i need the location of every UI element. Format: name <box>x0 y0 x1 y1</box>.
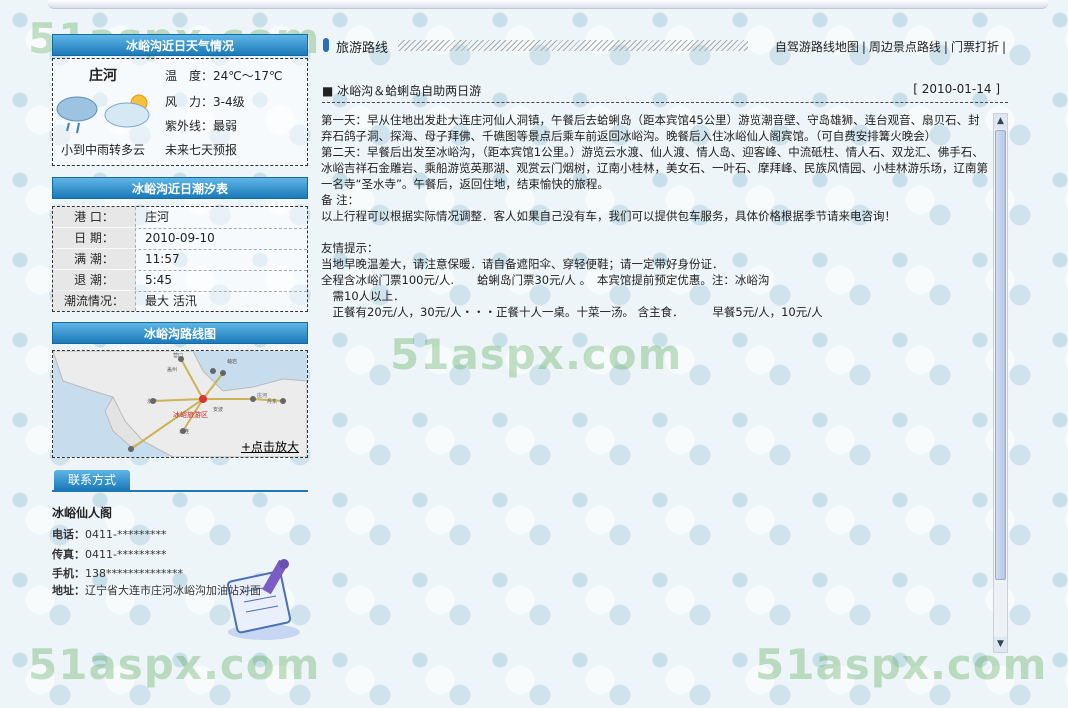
paragraph: 第二天：早餐后出发至冰峪沟，（距本宾馆1公里。）游览云水渡、仙人渡、情人岛、迎客… <box>321 145 988 191</box>
weather-condition: 小到中雨转多云 <box>61 143 146 157</box>
nav-link-nearby-routes[interactable]: 周边景点路线 <box>869 40 941 54</box>
address-value: 辽宁省大连市庄河冰峪沟加油站对面 <box>85 584 261 597</box>
article-header: ■ 冰峪沟＆蛤蜊岛自助两日游 [ 2010-01-14 ] <box>322 80 1008 103</box>
svg-text:盖州: 盖州 <box>167 366 177 373</box>
enlarge-map-link[interactable]: +点击放大 <box>241 438 299 455</box>
tide-port-value: 庄河 <box>145 210 170 224</box>
paragraph: 备 注： <box>321 193 360 207</box>
contact-phone: 电话：0411-********* <box>52 526 166 542</box>
route-map[interactable]: 营口岫岩 盖州永宁 庄河丹东 大连安波 冰峪旅游区 +点击放大 <box>52 350 308 458</box>
fax-label: 传真： <box>52 548 85 561</box>
tide-low-value: 5:45 <box>145 273 172 287</box>
section-marker-icon <box>323 38 329 52</box>
wind-label: 风 力： <box>165 95 214 109</box>
table-row: 潮流情况： 最大 活汛 <box>53 291 307 312</box>
tide-table: 港 口： 庄河 日 期： 2010-09-10 满 潮： 11:57 退 潮： … <box>52 206 308 312</box>
uv-row: 紫外线：最弱 <box>165 117 237 134</box>
wind-row: 风 力：3-4级 <box>165 93 245 110</box>
temperature-value: 24℃～17℃ <box>213 69 283 83</box>
svg-text:丹东: 丹东 <box>267 398 277 405</box>
weather-title: 冰峪沟近日天气情况 <box>52 34 308 56</box>
paragraph: 当地早晚温差大，请注意保暖．请自备遮阳伞、穿轻便鞋；请一定带好身份证． <box>321 257 724 271</box>
route-map-center-label: 冰峪旅游区 <box>173 410 208 419</box>
rain-cloud-sun-icon <box>56 94 150 134</box>
section-hatch-divider <box>398 40 748 51</box>
weather-panel: 庄河 小到中雨转多云 温 度：24℃～17℃ 风 力：3-4级 紫外线：最弱 未… <box>52 58 308 166</box>
mobile-label: 手机： <box>52 567 85 580</box>
paragraph: 第一天：早从住地出发赴大连庄河仙人洞镇，午餐后去蛤蜊岛（距本宾馆45公里）游览潮… <box>321 113 980 143</box>
divider <box>52 490 308 492</box>
tab-contact[interactable]: 联系方式 <box>54 470 130 490</box>
scroll-down-icon[interactable]: ▼ <box>994 637 1007 652</box>
article-date: [ 2010-01-14 ] <box>913 82 1000 96</box>
paragraph <box>321 224 991 240</box>
tide-flow-label: 潮流情况： <box>53 291 136 311</box>
section-title: 旅游路线 <box>336 41 389 56</box>
scroll-up-icon[interactable]: ▲ <box>994 114 1007 129</box>
tide-title: 冰峪沟近日潮汐表 <box>52 177 308 199</box>
tide-date-value: 2010-09-10 <box>145 231 215 245</box>
tide-date-label: 日 期： <box>53 228 136 248</box>
nav-link-driving-map[interactable]: 自驾游路线地图 <box>775 40 859 54</box>
tide-low-label: 退 潮： <box>53 270 136 290</box>
paragraph: 全程含冰峪门票100元/人. 蛤蜊岛门票30元/人 。 本宾馆提前预定优惠。注：… <box>321 273 770 287</box>
contact-name: 冰峪仙人阁 <box>52 506 113 520</box>
temperature-row: 温 度：24℃～17℃ <box>165 67 283 84</box>
paragraph: 正餐有20元/人，30元/人・・・正餐十人一桌。十菜一汤。 含主食． 早餐5元/… <box>321 305 823 319</box>
temperature-label: 温 度： <box>165 69 214 83</box>
wind-value: 3-4级 <box>213 95 245 109</box>
paragraph: 需10人以上． <box>321 289 405 303</box>
tide-port-label: 港 口： <box>53 207 136 227</box>
svg-text:岫岩: 岫岩 <box>227 358 237 365</box>
nav-link-ticket-discount[interactable]: 门票打折 <box>951 40 999 54</box>
weather-city: 庄河 <box>89 68 117 84</box>
route-map-title: 冰峪沟路线图 <box>52 322 308 344</box>
svg-text:庄河: 庄河 <box>257 392 267 399</box>
address-label: 地址： <box>52 584 85 597</box>
tide-flow-value: 最大 活汛 <box>145 294 197 308</box>
fax-value: 0411-********* <box>85 548 167 561</box>
article-title: ■ 冰峪沟＆蛤蜊岛自助两日游 <box>322 84 482 98</box>
table-row: 退 潮： 5:45 <box>53 270 307 292</box>
article-body: 第一天：早从住地出发赴大连庄河仙人洞镇，午餐后去蛤蜊岛（距本宾馆45公里）游览潮… <box>321 112 991 650</box>
svg-text:安波: 安波 <box>213 406 223 413</box>
tide-high-value: 11:57 <box>145 252 180 266</box>
section-nav: 自驾游路线地图 | 周边景点路线 | 门票打折 | <box>774 40 1006 54</box>
article-title-text: 冰峪沟＆蛤蜊岛自助两日游 <box>337 84 482 98</box>
watermark: 51aspx.com <box>28 640 321 689</box>
article-scrollbar[interactable]: ▲ ▼ <box>993 113 1008 653</box>
uv-label: 紫外线： <box>165 119 214 133</box>
top-banner-edge <box>48 0 1048 9</box>
phone-value: 0411-********* <box>85 528 167 541</box>
forecast-link[interactable]: 未来七天预报 <box>165 141 237 158</box>
scroll-thumb[interactable] <box>995 130 1006 580</box>
phone-label: 电话： <box>52 528 85 541</box>
contact-fax: 传真：0411-********* <box>52 546 166 562</box>
paragraph: 友情提示： <box>321 241 379 255</box>
table-row: 港 口： 庄河 <box>53 207 307 229</box>
contact-mobile: 手机：138************** <box>52 565 183 581</box>
uv-value: 最弱 <box>213 119 238 133</box>
table-row: 日 期： 2010-09-10 <box>53 228 307 250</box>
tide-high-label: 满 潮： <box>53 249 136 269</box>
paragraph: 以上行程可以根据实际情况调整．客人如果自己没有车，我们可以提供包车服务，具体价格… <box>321 209 896 223</box>
contact-address: 地址：辽宁省大连市庄河冰峪沟加油站对面 <box>52 582 261 598</box>
mobile-value: 138************** <box>85 567 183 580</box>
contact-card-icon <box>226 559 300 640</box>
table-row: 满 潮： 11:57 <box>53 249 307 271</box>
